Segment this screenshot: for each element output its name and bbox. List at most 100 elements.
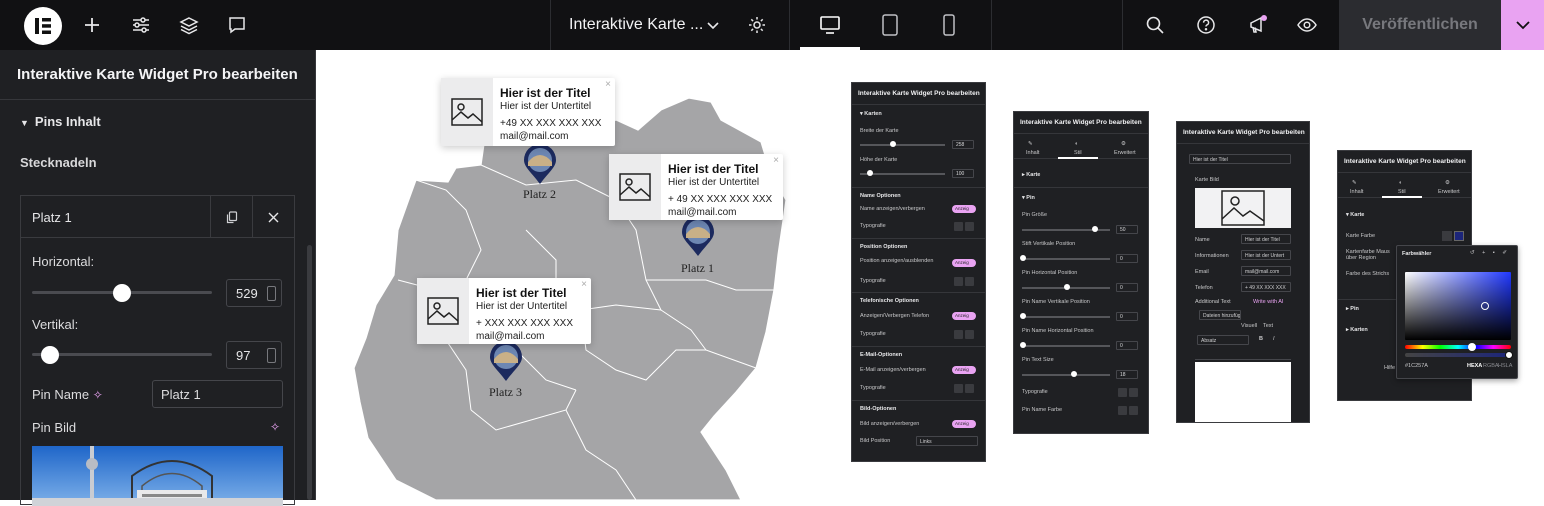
editor-toolbar[interactable] (1195, 350, 1291, 360)
mini-select[interactable]: Links (916, 436, 978, 446)
typography-icons[interactable] (954, 384, 974, 393)
write-with-ai-button[interactable]: Write with AI (1253, 299, 1283, 305)
tab-content[interactable]: Inhalt (1350, 189, 1363, 195)
stepper-icon[interactable] (267, 348, 276, 363)
add-icon[interactable] (80, 13, 104, 37)
mini-toggle[interactable]: Anzeig (952, 259, 976, 267)
mini-number[interactable]: 0 (1116, 312, 1138, 321)
mini-number[interactable]: 18 (1116, 370, 1138, 379)
comments-icon[interactable] (225, 13, 249, 37)
vertical-slider[interactable] (32, 353, 212, 356)
shot-section[interactable]: ▾ Pin (1022, 195, 1035, 201)
map-pin-marker[interactable] (489, 341, 523, 387)
typography-icons[interactable] (954, 330, 974, 339)
vertical-slider-handle[interactable] (41, 346, 59, 364)
repeater-item-header[interactable]: Platz 1 (21, 196, 294, 238)
remove-close-icon[interactable] (252, 196, 294, 238)
tab-advanced[interactable]: Erweitert (1438, 189, 1460, 195)
tab-advanced[interactable]: Erweitert (1114, 150, 1136, 156)
global-color-icon[interactable] (1442, 231, 1452, 241)
saturation-handle[interactable] (1481, 302, 1489, 310)
color-swatch[interactable] (1454, 231, 1464, 241)
text-editor-area[interactable] (1195, 362, 1291, 422)
typography-icons[interactable] (1118, 388, 1138, 397)
typography-icons[interactable] (954, 222, 974, 231)
elementor-logo-icon[interactable] (24, 7, 62, 45)
hex-value[interactable]: #1C257A (1405, 363, 1428, 369)
notifications-megaphone-icon[interactable] (1246, 13, 1270, 37)
mini-input[interactable]: Hier ist der Titel (1241, 234, 1291, 244)
add-media-button[interactable]: Dateien hinzufügen (1199, 310, 1241, 320)
publish-button[interactable]: Veröffentlichen (1339, 0, 1501, 50)
publish-options-button[interactable] (1501, 0, 1544, 50)
alpha-handle[interactable] (1505, 351, 1513, 359)
search-icon[interactable] (1143, 13, 1167, 37)
mini-slider-handle[interactable] (1071, 371, 1077, 377)
close-icon[interactable]: × (773, 155, 779, 166)
close-icon[interactable]: × (581, 279, 587, 290)
pin-image-preview[interactable] (32, 446, 283, 506)
color-picker-icons[interactable] (1118, 406, 1138, 415)
chevron-down-icon[interactable] (701, 13, 725, 37)
horizontal-slider-handle[interactable] (113, 284, 131, 302)
mini-slider-handle[interactable] (890, 141, 896, 147)
mini-input[interactable]: + 49 XX XXX XXX (1241, 282, 1291, 292)
mini-slider-handle[interactable] (1020, 255, 1026, 261)
mini-slider[interactable] (1022, 316, 1110, 318)
mini-toggle[interactable]: Anzeig (952, 205, 976, 213)
mini-toggle[interactable]: Anzeig (952, 312, 976, 320)
mini-slider-handle[interactable] (1020, 313, 1026, 319)
format-hsla[interactable]: HSLA (1498, 363, 1512, 369)
mini-number[interactable]: 100 (952, 169, 974, 178)
mini-number[interactable]: 50 (1116, 225, 1138, 234)
mini-slider-handle[interactable] (1092, 226, 1098, 232)
format-hexa[interactable]: HEXA (1467, 363, 1482, 369)
tab-style[interactable]: Stil (1074, 150, 1082, 156)
shot-section[interactable]: ▸ Karte (1022, 172, 1040, 178)
stepper-icon[interactable] (267, 286, 276, 301)
close-icon[interactable]: × (605, 79, 611, 90)
mini-slider-handle[interactable] (867, 170, 873, 176)
map-pin-marker[interactable] (681, 216, 715, 262)
alpha-slider[interactable] (1405, 353, 1511, 357)
help-link[interactable]: Hilfe (1384, 365, 1395, 371)
tab-visual[interactable]: Visuell (1241, 323, 1257, 329)
preview-eye-icon[interactable] (1295, 13, 1319, 37)
section-toggle-pins-content[interactable]: ▼ Pins Inhalt (20, 114, 101, 129)
vertical-number-input[interactable]: 97 (226, 341, 282, 369)
mini-toggle[interactable]: Anzeig (952, 420, 976, 428)
mini-slider[interactable] (1022, 258, 1110, 260)
mini-number[interactable]: 0 (1116, 341, 1138, 350)
shot-section[interactable]: ▾ Karte (1346, 212, 1364, 218)
hue-slider[interactable] (1405, 345, 1511, 349)
ai-sparkle-icon[interactable]: ✧ (270, 420, 280, 434)
tab-content[interactable]: Inhalt (1026, 150, 1039, 156)
format-rgba[interactable]: RGBA (1483, 363, 1499, 369)
italic-icon[interactable]: I (1273, 336, 1275, 342)
mini-slider[interactable] (1022, 374, 1110, 376)
layers-icon[interactable] (177, 13, 201, 37)
shot-section[interactable]: ▸ Pin (1346, 306, 1359, 312)
pin-name-input[interactable]: Platz 1 (152, 380, 283, 408)
mobile-view-icon[interactable] (937, 13, 961, 37)
shot-section[interactable]: ▸ Karten (1346, 327, 1368, 333)
tablet-view-icon[interactable] (878, 13, 902, 37)
horizontal-number-input[interactable]: 529 (226, 279, 282, 307)
map-pin-marker[interactable] (523, 144, 557, 190)
paragraph-select[interactable]: Absatz (1197, 335, 1249, 345)
mini-slider[interactable] (860, 144, 945, 146)
mini-slider[interactable] (1022, 345, 1110, 347)
mini-input[interactable]: mail@mail.com (1241, 266, 1291, 276)
saturation-area[interactable] (1405, 272, 1511, 340)
mini-input[interactable]: Hier ist der Untert (1241, 250, 1291, 260)
settings-sliders-icon[interactable] (129, 13, 153, 37)
title-input[interactable]: Hier ist der Titel (1189, 154, 1291, 164)
mini-number[interactable]: 0 (1116, 283, 1138, 292)
desktop-view-icon[interactable] (818, 13, 842, 37)
bold-icon[interactable]: B (1259, 336, 1263, 342)
duplicate-icon[interactable] (210, 196, 252, 238)
image-picker[interactable] (1195, 188, 1291, 228)
mini-number[interactable]: 258 (952, 140, 974, 149)
mini-slider-handle[interactable] (1020, 342, 1026, 348)
picker-toolbar-icons[interactable]: ↺ + ▪ ✐ (1470, 250, 1510, 256)
